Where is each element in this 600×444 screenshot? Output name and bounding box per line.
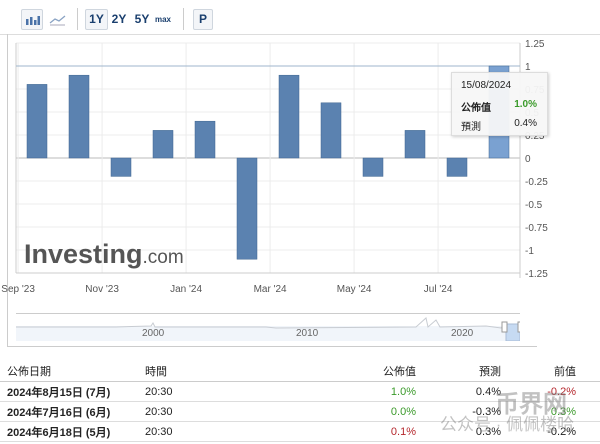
header-actual: 公佈值 bbox=[305, 360, 416, 382]
row-date: 2024年6月18日 (5月) bbox=[0, 421, 145, 442]
chart-toolbar: 1Y 2Y 5Y max P bbox=[0, 0, 600, 35]
row-time: 20:30 bbox=[145, 401, 305, 422]
tooltip-actual-value: 1.0% bbox=[514, 99, 537, 110]
tooltip-forecast-value: 0.4% bbox=[514, 118, 537, 129]
tooltip-forecast-label: 預測 bbox=[461, 122, 481, 133]
navigator-left-handle[interactable] bbox=[501, 321, 508, 333]
navigator-series bbox=[16, 317, 520, 341]
y-tick-label: 1.25 bbox=[525, 39, 545, 50]
bar bbox=[152, 130, 174, 159]
bar bbox=[362, 157, 384, 177]
navigator[interactable]: 2000 2010 2020 bbox=[16, 313, 520, 341]
navigator-right-handle[interactable] bbox=[517, 321, 520, 333]
row-previous: -0.2% bbox=[501, 381, 576, 402]
navigator-label: 2020 bbox=[451, 328, 474, 339]
bars bbox=[26, 65, 510, 260]
row-date: 2024年8月15日 (7月) bbox=[0, 381, 145, 402]
tooltip: 15/08/2024 公佈值 1.0% 預測 0.4% bbox=[451, 72, 548, 136]
row-actual: 1.0% bbox=[305, 381, 416, 402]
x-tick-label: May '24 bbox=[337, 284, 372, 295]
table-row: 2024年6月18日 (5月) 20:30 0.1% 0.3% -0.2% bbox=[0, 421, 600, 442]
row-time: 20:30 bbox=[145, 381, 305, 402]
investing-logo: Investing.com bbox=[24, 239, 184, 269]
row-time: 20:30 bbox=[145, 421, 305, 442]
row-previous: -0.2% bbox=[501, 421, 576, 442]
p-button[interactable]: P bbox=[193, 9, 213, 30]
x-tick-label: Jul '24 bbox=[424, 284, 453, 295]
bar bbox=[236, 157, 258, 260]
table-row: 2024年8月15日 (7月) 20:30 1.0% 0.4% -0.2% bbox=[0, 381, 600, 402]
navigator-label: 2010 bbox=[296, 328, 319, 339]
x-tick-label: Sep '23 bbox=[1, 284, 35, 295]
bar-chart-button[interactable] bbox=[21, 9, 43, 30]
divider bbox=[183, 8, 184, 30]
bar bbox=[278, 74, 300, 159]
navigator-label: 2000 bbox=[142, 328, 165, 339]
range-1y[interactable]: 1Y bbox=[85, 9, 108, 30]
range-5y[interactable]: 5Y bbox=[132, 10, 152, 29]
chart-frame-bottom bbox=[7, 346, 537, 347]
range-2y[interactable]: 2Y bbox=[109, 10, 129, 29]
y-tick-label: 0 bbox=[525, 154, 531, 165]
tooltip-date: 15/08/2024 bbox=[461, 80, 512, 91]
header-previous: 前值 bbox=[501, 360, 576, 382]
header-forecast: 預測 bbox=[416, 360, 501, 382]
y-tick-label: -0.75 bbox=[525, 223, 548, 234]
divider bbox=[77, 8, 78, 30]
bar bbox=[68, 74, 90, 159]
bar bbox=[320, 102, 342, 159]
tooltip-actual-label: 公佈值 bbox=[461, 103, 491, 114]
bar bbox=[26, 84, 48, 159]
bar bbox=[194, 120, 216, 159]
y-tick-label: -1 bbox=[525, 246, 534, 257]
y-tick-label: -1.25 bbox=[525, 269, 548, 280]
x-axis-labels: Sep '23 Nov '23 Jan '24 Mar '24 May '24 Jul '… bbox=[1, 284, 453, 295]
bar bbox=[446, 157, 468, 177]
x-tick-label: Nov '23 bbox=[85, 284, 119, 295]
x-tick-label: Jan '24 bbox=[170, 284, 202, 295]
bar bbox=[110, 157, 132, 177]
bar bbox=[404, 130, 426, 159]
row-actual: 0.1% bbox=[305, 421, 416, 442]
line-chart-icon bbox=[49, 15, 66, 26]
row-actual: 0.0% bbox=[305, 401, 416, 422]
table-row: 2024年7月16日 (6月) 20:30 0.0% -0.3% 0.3% bbox=[0, 401, 600, 422]
x-tick-label: Mar '24 bbox=[254, 284, 287, 295]
row-forecast: 0.4% bbox=[416, 381, 501, 402]
row-date: 2024年7月16日 (6月) bbox=[0, 401, 145, 422]
bar-chart-icon bbox=[26, 16, 40, 25]
y-tick-label: -0.25 bbox=[525, 177, 548, 188]
row-forecast: 0.3% bbox=[416, 421, 501, 442]
row-previous: 0.3% bbox=[501, 401, 576, 422]
header-date: 公佈日期 bbox=[0, 360, 145, 382]
range-max[interactable]: max bbox=[153, 10, 173, 29]
header-time: 時間 bbox=[145, 360, 305, 382]
y-tick-label: -0.5 bbox=[525, 200, 543, 211]
row-forecast: -0.3% bbox=[416, 401, 501, 422]
history-table: 公佈日期 時間 公佈值 預測 前值 2024年8月15日 (7月) 20:30 … bbox=[0, 360, 600, 442]
line-chart-button[interactable] bbox=[47, 10, 67, 29]
